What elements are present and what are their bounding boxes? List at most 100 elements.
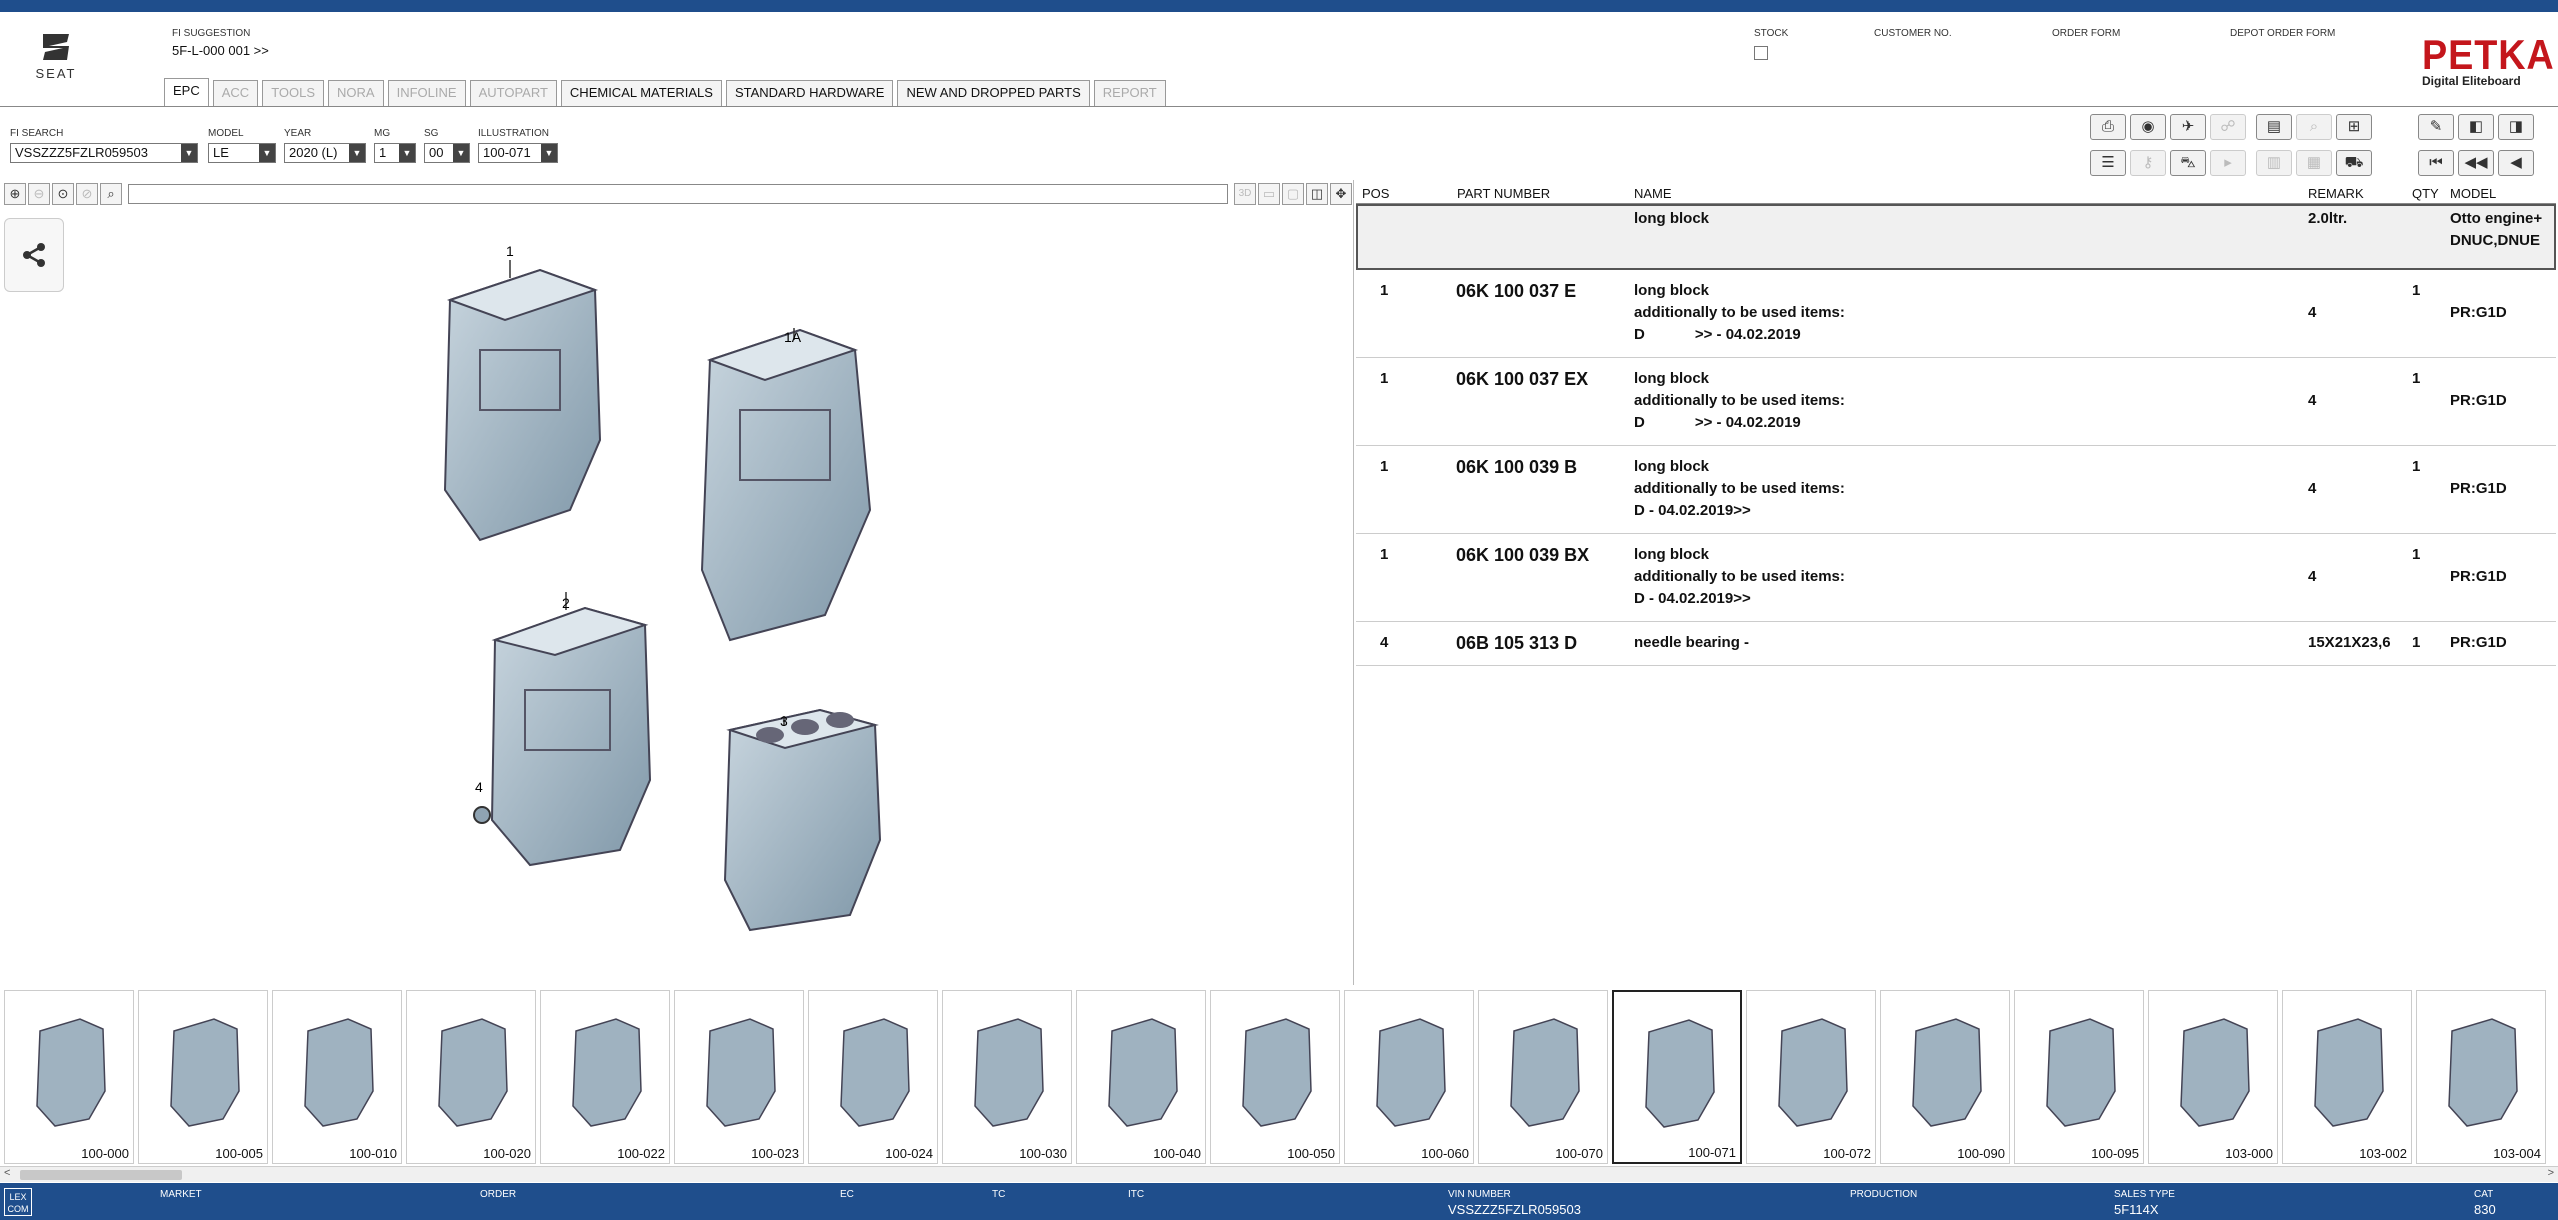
list-icon[interactable]: ☰ bbox=[2090, 150, 2126, 176]
callout-2[interactable]: 2 bbox=[562, 595, 570, 611]
tab-standard-hardware[interactable]: STANDARD HARDWARE bbox=[725, 80, 894, 106]
table-row[interactable]: 1 06K 100 039 B long block additionally … bbox=[1356, 446, 2556, 534]
chevron-down-icon[interactable]: ▼ bbox=[453, 144, 469, 162]
tab-autopart[interactable]: AUTOPART bbox=[469, 80, 557, 106]
doc-disabled-icon[interactable]: ▥ bbox=[2256, 150, 2292, 176]
cell-part-number[interactable]: 06K 100 039 BX bbox=[1456, 544, 1589, 566]
thumbnail-item[interactable]: 100-090 bbox=[1880, 990, 2010, 1164]
vin-decode-icon[interactable]: ◉ bbox=[2130, 114, 2166, 140]
cart-icon[interactable]: ⛟ bbox=[2336, 150, 2372, 176]
table-row-header[interactable]: long block 2.0ltr. Otto engine+ DNUC,DNU… bbox=[1356, 204, 2556, 270]
table-row[interactable]: 1 06K 100 037 EX long block additionally… bbox=[1356, 358, 2556, 446]
table-row[interactable]: 4 06B 105 313 D needle bearing - 15X21X2… bbox=[1356, 622, 2556, 666]
thumbnail-item[interactable]: 100-005 bbox=[138, 990, 268, 1164]
print-icon[interactable]: ⎙ bbox=[2090, 114, 2126, 140]
cell-part-number[interactable]: 06K 100 037 EX bbox=[1456, 368, 1588, 390]
thumbnail-item[interactable]: 100-010 bbox=[272, 990, 402, 1164]
back-icon[interactable]: ◀ bbox=[2498, 150, 2534, 176]
scroll-right-icon[interactable]: > bbox=[2548, 1167, 2554, 1179]
scroll-left-icon[interactable]: < bbox=[4, 1167, 10, 1179]
col-qty[interactable]: QTY bbox=[2412, 186, 2439, 201]
view-3d-button[interactable]: 3D bbox=[1234, 183, 1256, 205]
engine-part-3[interactable]: 3 bbox=[723, 708, 882, 932]
first-icon[interactable]: ⏮ bbox=[2418, 150, 2454, 176]
callout-1[interactable]: 1 bbox=[506, 243, 514, 259]
table-row[interactable]: 1 06K 100 037 E long block additionally … bbox=[1356, 270, 2556, 358]
tab-nora[interactable]: NORA bbox=[328, 80, 384, 106]
thumbnail-item[interactable]: 100-024 bbox=[808, 990, 938, 1164]
fi-search-select[interactable]: VSSZZZ5FZLR059503 ▼ bbox=[10, 143, 198, 163]
tab-new-and-dropped-parts[interactable]: NEW AND DROPPED PARTS bbox=[897, 80, 1090, 106]
thumbnail-item[interactable]: 103-004 bbox=[2416, 990, 2546, 1164]
order-form-field[interactable]: ORDER FORM bbox=[2052, 28, 2120, 40]
frame-icon[interactable]: ▢ bbox=[1282, 183, 1304, 205]
customer-no-field[interactable]: CUSTOMER NO. bbox=[1874, 28, 1952, 40]
thumbnail-item[interactable]: 100-050 bbox=[1210, 990, 1340, 1164]
tab-tools[interactable]: TOOLS bbox=[262, 80, 325, 106]
prev-page-icon[interactable]: ◧ bbox=[2458, 114, 2494, 140]
thumbnail-item[interactable]: 103-002 bbox=[2282, 990, 2412, 1164]
share-button[interactable] bbox=[4, 218, 64, 292]
key-icon[interactable]: ⚷ bbox=[2130, 150, 2166, 176]
engine-part-1a[interactable]: 1A bbox=[700, 328, 872, 642]
zoom-reset-icon[interactable]: ⊘ bbox=[76, 183, 98, 205]
thumbnail-item[interactable]: 100-030 bbox=[942, 990, 1072, 1164]
year-select[interactable]: 2020 (L) ▼ bbox=[284, 143, 366, 163]
zoom-out-icon[interactable]: ⊖ bbox=[28, 183, 50, 205]
cart-add-icon[interactable]: ⊞ bbox=[2336, 114, 2372, 140]
search-icon[interactable]: ⌕ bbox=[100, 183, 122, 205]
cell-part-number[interactable]: 06K 100 037 E bbox=[1456, 280, 1576, 302]
thumbnail-item[interactable]: 100-072 bbox=[1746, 990, 1876, 1164]
thumbnail-item[interactable]: 100-070 bbox=[1478, 990, 1608, 1164]
tab-epc[interactable]: EPC bbox=[164, 78, 209, 106]
thumbnail-item[interactable]: 103-000 bbox=[2148, 990, 2278, 1164]
stock-checkbox[interactable] bbox=[1754, 46, 1768, 60]
callout-4[interactable]: 4 bbox=[475, 779, 483, 795]
thumbnail-item[interactable]: 100-095 bbox=[2014, 990, 2144, 1164]
thumbnail-item[interactable]: 100-022 bbox=[540, 990, 670, 1164]
illustration-search-input[interactable] bbox=[128, 184, 1228, 204]
cell-part-number[interactable]: 06B 105 313 D bbox=[1456, 632, 1577, 654]
col-name[interactable]: NAME bbox=[1634, 186, 1672, 201]
split-view-icon[interactable]: ◫ bbox=[1306, 183, 1328, 205]
zoom-fit-icon[interactable]: ⊙ bbox=[52, 183, 74, 205]
col-remark[interactable]: REMARK bbox=[2308, 186, 2364, 201]
chevron-down-icon[interactable]: ▼ bbox=[541, 144, 557, 162]
chevron-down-icon[interactable]: ▼ bbox=[349, 144, 365, 162]
tab-report[interactable]: REPORT bbox=[1093, 80, 1166, 106]
thumbnail-item[interactable]: 100-020 bbox=[406, 990, 536, 1164]
tab-chemical-materials[interactable]: CHEMICAL MATERIALS bbox=[560, 80, 722, 106]
tab-infoline[interactable]: INFOLINE bbox=[387, 80, 466, 106]
illustration-select[interactable]: 100-071 ▼ bbox=[478, 143, 558, 163]
thumbnail-item[interactable]: 100-060 bbox=[1344, 990, 1474, 1164]
ref-icon[interactable]: ☍ bbox=[2210, 114, 2246, 140]
previous-icon[interactable]: ◀◀ bbox=[2458, 150, 2494, 176]
mg-select[interactable]: 1 ▼ bbox=[374, 143, 416, 163]
col-model[interactable]: MODEL bbox=[2450, 186, 2496, 201]
thumbnail-item[interactable]: 100-000 bbox=[4, 990, 134, 1164]
zoom-in-icon[interactable]: ⊕ bbox=[4, 183, 26, 205]
next-page-icon[interactable]: ◨ bbox=[2498, 114, 2534, 140]
sg-select[interactable]: 00 ▼ bbox=[424, 143, 470, 163]
thumbnail-item[interactable]: 100-040 bbox=[1076, 990, 1206, 1164]
vehicle-info-icon[interactable]: ✈ bbox=[2170, 114, 2206, 140]
hotspot-icon[interactable]: ▭ bbox=[1258, 183, 1280, 205]
model-select[interactable]: LE ▼ bbox=[208, 143, 276, 163]
car-icon[interactable]: ⛍ bbox=[2170, 150, 2206, 176]
col-pos[interactable]: POS bbox=[1362, 186, 1389, 201]
chevron-down-icon[interactable]: ▼ bbox=[259, 144, 275, 162]
engine-illustration[interactable]: 1 1A 2 4 3 bbox=[420, 240, 940, 940]
col-part-number[interactable]: PART NUMBER bbox=[1457, 186, 1550, 201]
tab-acc[interactable]: ACC bbox=[212, 80, 259, 106]
engine-part-2[interactable]: 2 4 bbox=[473, 592, 652, 867]
callout-1a[interactable]: 1A bbox=[784, 329, 802, 345]
thumbnail-item[interactable]: 100-023 bbox=[674, 990, 804, 1164]
pin-icon[interactable]: ✎ bbox=[2418, 114, 2454, 140]
thumbnail-item[interactable]: 100-071 bbox=[1612, 990, 1742, 1164]
arrow-disabled-icon[interactable]: ▸ bbox=[2210, 150, 2246, 176]
engine-part-1[interactable]: 1 bbox=[443, 243, 602, 542]
move-icon[interactable]: ✥ bbox=[1330, 183, 1352, 205]
cell-part-number[interactable]: 06K 100 039 B bbox=[1456, 456, 1577, 478]
fi-suggestion-value[interactable]: 5F-L-000 001 >> bbox=[172, 43, 269, 58]
pane-divider[interactable] bbox=[1353, 180, 1354, 985]
